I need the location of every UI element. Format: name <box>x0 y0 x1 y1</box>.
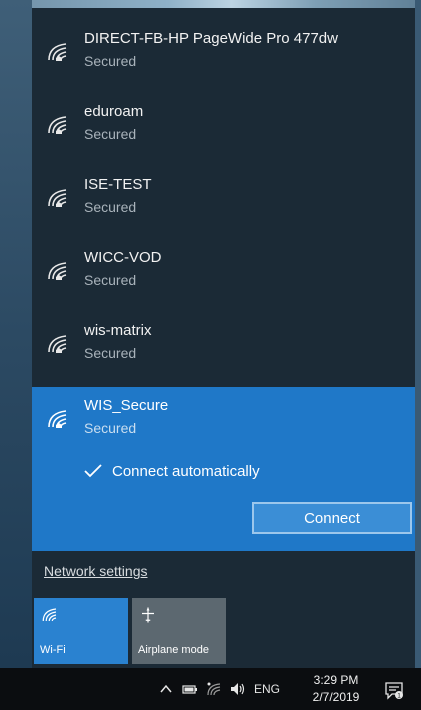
wifi-signal-icon <box>48 116 67 134</box>
network-name: ISE-TEST <box>84 176 152 193</box>
wifi-tile-label: Wi-Fi <box>40 644 66 656</box>
network-item-ise-test[interactable]: ISE-TEST Secured <box>32 168 415 241</box>
network-name: DIRECT-FB-HP PageWide Pro 477dw <box>84 30 338 47</box>
connect-button[interactable]: Connect <box>252 502 412 534</box>
network-status: Secured <box>84 199 137 215</box>
volume-icon[interactable] <box>230 681 246 697</box>
desktop-wallpaper-right <box>415 0 421 668</box>
desktop-wallpaper-left <box>0 0 32 668</box>
network-name: eduroam <box>84 103 144 120</box>
airplane-mode-tile[interactable]: Airplane mode <box>132 598 226 664</box>
clock-date: 2/7/2019 <box>312 690 360 704</box>
network-settings-link[interactable]: Network settings <box>44 563 147 579</box>
system-tray: ENG <box>158 668 296 710</box>
network-name: WIS_Secure <box>84 397 169 414</box>
wifi-icon[interactable] <box>206 681 222 697</box>
network-item-direct-fb-hp[interactable]: DIRECT-FB-HP PageWide Pro 477dw Secured <box>32 22 415 95</box>
taskbar: ENG 3:29 PM 2/7/2019 1 <box>0 668 421 710</box>
connect-automatically-checkbox[interactable]: Connect automatically <box>84 459 260 483</box>
network-status: Secured <box>84 345 137 361</box>
wifi-signal-icon <box>48 335 67 353</box>
checkmark-icon <box>84 464 102 478</box>
airplane-icon <box>142 607 154 623</box>
network-flyout: DIRECT-FB-HP PageWide Pro 477dw Secured … <box>32 8 415 668</box>
language-indicator[interactable]: ENG <box>254 682 280 696</box>
network-status: Secured <box>84 420 137 436</box>
network-status: Secured <box>84 272 137 288</box>
network-name: wis-matrix <box>84 322 152 339</box>
notification-icon[interactable]: 1 <box>384 680 404 700</box>
network-item-wis-matrix[interactable]: wis-matrix Secured <box>32 314 415 387</box>
network-name: WICC-VOD <box>84 249 162 266</box>
clock-time: 3:29 PM <box>313 673 359 687</box>
network-status: Secured <box>84 53 137 69</box>
wifi-signal-icon <box>48 189 67 207</box>
connect-automatically-label: Connect automatically <box>112 462 260 480</box>
battery-icon[interactable] <box>182 681 198 697</box>
airplane-tile-label: Airplane mode <box>138 644 209 656</box>
wifi-signal-icon <box>48 410 67 428</box>
network-item-wicc-vod[interactable]: WICC-VOD Secured <box>32 241 415 314</box>
network-item-eduroam[interactable]: eduroam Secured <box>32 95 415 168</box>
wifi-icon <box>42 608 57 622</box>
network-list: DIRECT-FB-HP PageWide Pro 477dw Secured … <box>32 22 415 551</box>
network-status: Secured <box>84 126 137 142</box>
network-item-wis-secure[interactable]: WIS_Secure Secured Connect automatically… <box>32 387 415 551</box>
chevron-up-icon[interactable] <box>158 681 174 697</box>
wifi-toggle-tile[interactable]: Wi-Fi <box>34 598 128 664</box>
wifi-signal-icon <box>48 43 67 61</box>
wifi-signal-icon <box>48 262 67 280</box>
clock[interactable]: 3:29 PM 2/7/2019 <box>306 672 366 706</box>
